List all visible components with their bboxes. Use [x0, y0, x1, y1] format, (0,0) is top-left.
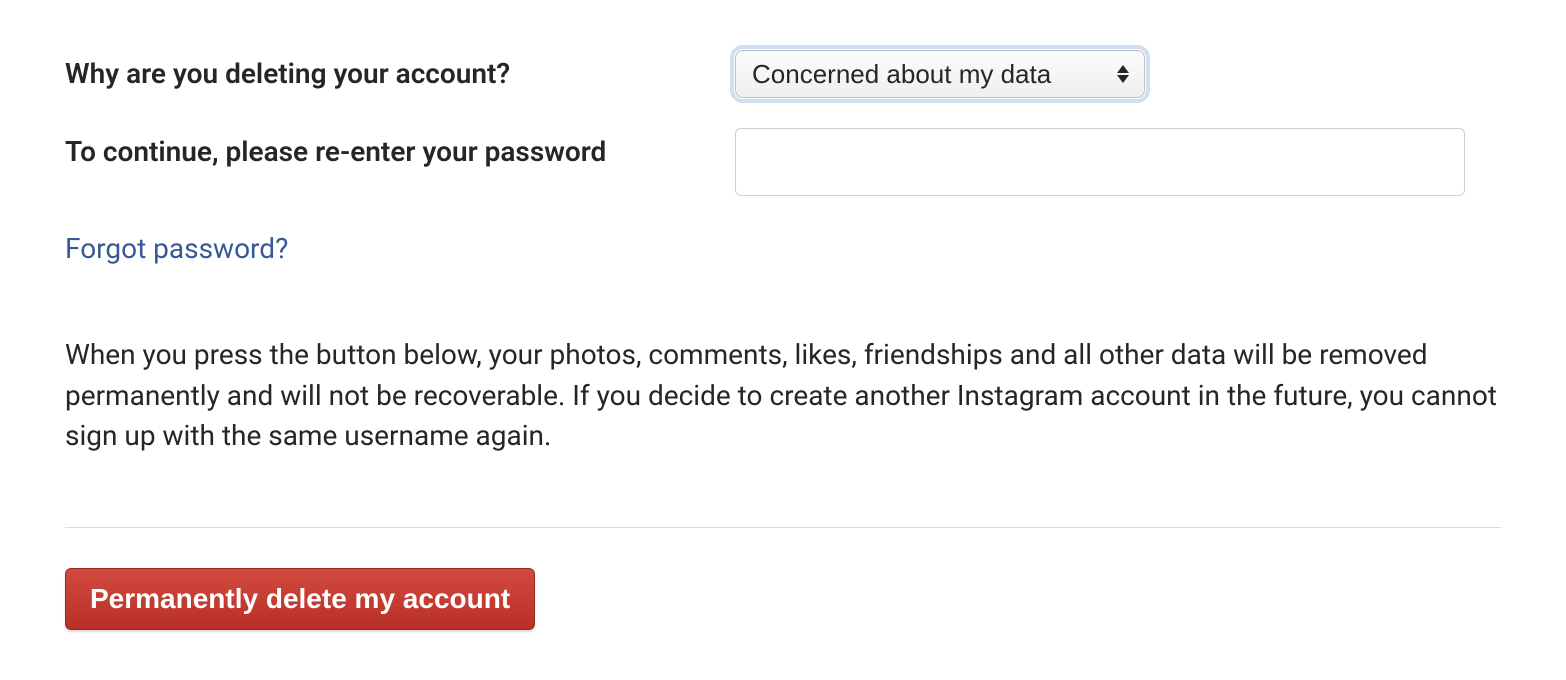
- password-label: To continue, please re-enter your passwo…: [65, 128, 735, 171]
- reason-select[interactable]: Concerned about my data: [735, 50, 1145, 98]
- deletion-warning-text: When you press the button below, your ph…: [65, 335, 1501, 457]
- reason-row: Why are you deleting your account? Conce…: [65, 50, 1501, 98]
- divider: [65, 527, 1501, 528]
- permanently-delete-button[interactable]: Permanently delete my account: [65, 568, 535, 630]
- reason-control-wrap: Concerned about my data: [735, 50, 1501, 98]
- reason-select-wrap: Concerned about my data: [735, 50, 1145, 98]
- password-row: To continue, please re-enter your passwo…: [65, 128, 1501, 196]
- forgot-password-link[interactable]: Forgot password?: [65, 232, 288, 265]
- password-input[interactable]: [735, 128, 1465, 196]
- password-control-wrap: [735, 128, 1501, 196]
- reason-label: Why are you deleting your account?: [65, 50, 735, 93]
